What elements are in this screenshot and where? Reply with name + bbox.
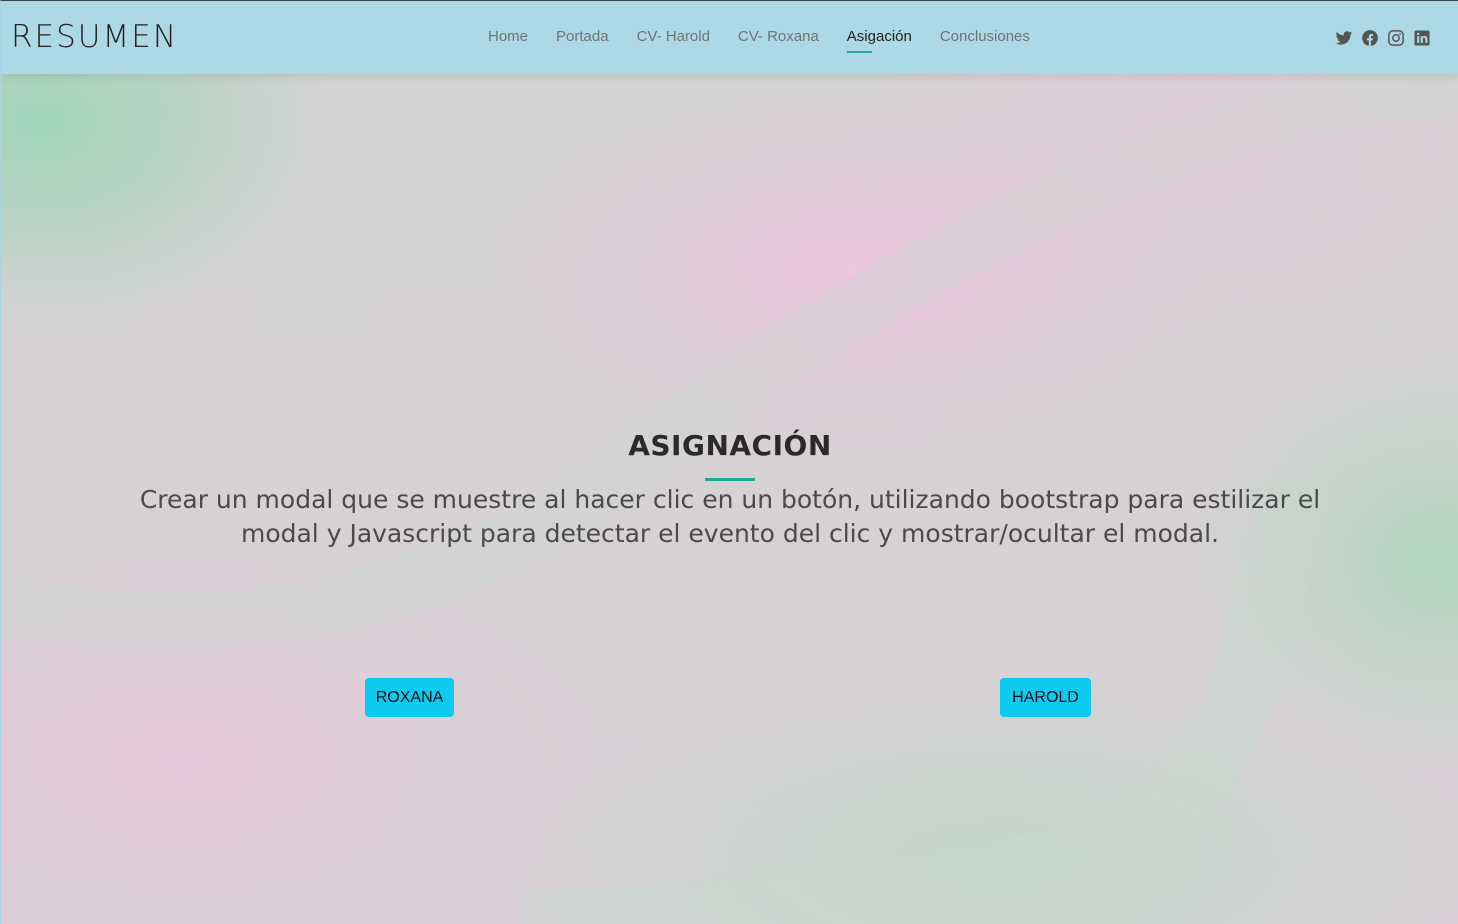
nav-item-home[interactable]: Home [488,28,528,53]
assignment-section: ASIGNACIÓN Crear un modal que se muestre… [1,421,1458,551]
nav-item-cv-roxana[interactable]: CV- Roxana [738,28,819,53]
linkedin-icon[interactable] [1413,29,1431,47]
social-links [1335,29,1431,47]
section-description: Crear un modal que se muestre al hacer c… [139,485,1321,548]
nav-item-cv-harold[interactable]: CV- Harold [637,28,710,53]
nav-item-portada[interactable]: Portada [556,28,609,53]
page: RESUMEN Home Portada CV- Harold CV- Roxa… [0,0,1458,924]
site-header: RESUMEN Home Portada CV- Harold CV- Roxa… [1,1,1458,74]
instagram-icon[interactable] [1387,29,1405,47]
nav-item-asignacion[interactable]: Asigación [846,28,912,53]
harold-button[interactable]: HAROLD [1000,678,1091,717]
facebook-icon[interactable] [1361,29,1379,47]
nav-item-conclusiones[interactable]: Conclusiones [940,28,1030,53]
roxana-button[interactable]: ROXANA [365,678,454,717]
site-logo[interactable]: RESUMEN [11,19,178,55]
section-title: ASIGNACIÓN [628,429,832,462]
title-underline [705,478,755,481]
main-nav: Home Portada CV- Harold CV- Roxana Asiga… [488,28,1030,53]
twitter-icon[interactable] [1335,29,1353,47]
